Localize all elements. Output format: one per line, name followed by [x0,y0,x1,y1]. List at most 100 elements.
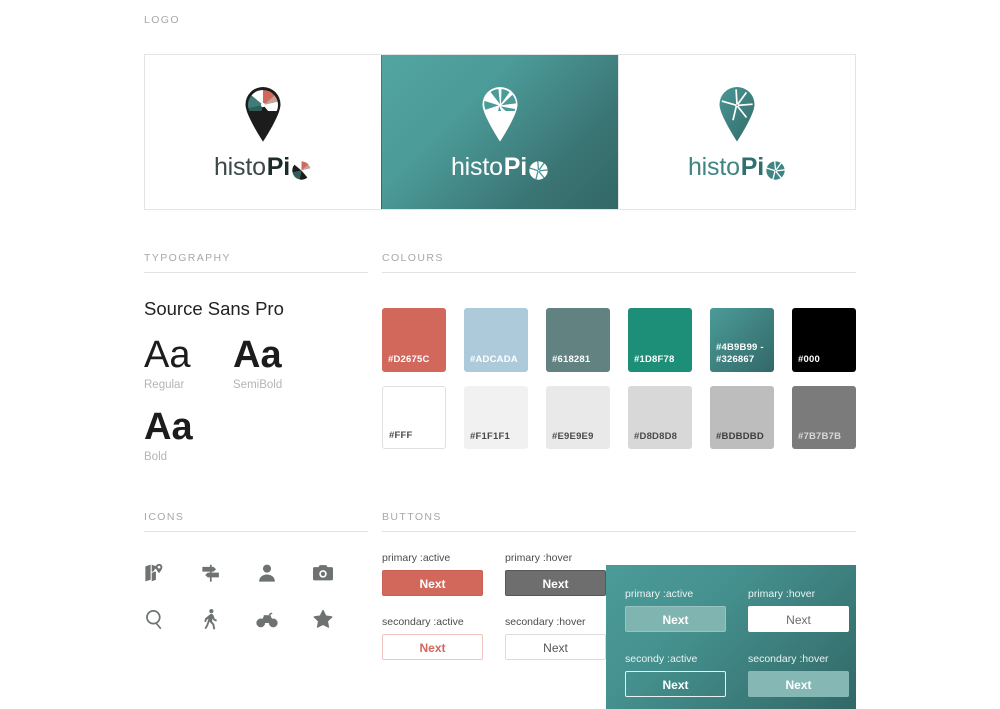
colour-swatch-label: #7B7B7B [792,431,841,449]
font-family-name: Source Sans Pro [144,298,368,320]
aperture-icon [291,160,312,181]
button-group-dark-secondary-active: secondy :active Next [625,653,726,697]
dark-primary-active-button[interactable]: Next [625,606,726,632]
logo-pin-mark-white [477,84,523,142]
star-icon[interactable] [312,608,368,630]
colour-swatch-label: #D8D8D8 [628,431,677,449]
primary-hover-button[interactable]: Next [505,570,606,596]
logo-variant-row: histo Pi [144,54,856,210]
style-guide-page: LOGO [0,0,1000,697]
logo-pin-mark-colour [240,84,286,142]
colour-swatch[interactable]: #E9E9E9 [546,386,610,449]
button-caption: secondy :active [625,653,726,665]
colour-swatch-label: #1D8F78 [628,354,674,372]
colours-section-label: COLOURS [382,252,856,264]
typography-section: TYPOGRAPHY Source Sans Pro Aa Regular Aa… [144,252,368,471]
colour-swatch[interactable]: #618281 [546,308,610,372]
colours-section-rule [382,272,856,273]
colour-swatch[interactable]: #BDBDBD [710,386,774,449]
buttons-light-grid: primary :active Next primary :hover Next… [382,552,617,660]
typography-section-label: TYPOGRAPHY [144,252,368,264]
signpost-icon[interactable] [200,562,256,584]
dark-secondary-hover-button[interactable]: Next [748,671,849,697]
secondary-hover-button[interactable]: Next [505,634,606,660]
bicycle-icon[interactable] [256,608,312,630]
camera-icon[interactable] [312,562,368,584]
colour-swatch-row-neutrals: #FFF #F1F1F1 #E9E9E9 #D8D8D8 #BDBDBD #7B… [382,386,856,449]
colour-swatch-label: #000 [792,354,820,372]
aperture-icon [765,160,786,181]
typography-section-rule [144,272,368,273]
wordmark-histo: histo [214,155,266,180]
colour-swatch-label: #ADCADA [464,354,518,372]
colour-swatch-label: #FFF [383,430,413,448]
icons-section-label: ICONS [144,511,368,523]
search-icon[interactable] [144,608,200,630]
button-caption: primary :hover [505,552,606,564]
colour-swatch[interactable]: #D2675C [382,308,446,372]
logo-section: LOGO [144,14,856,210]
button-caption: primary :hover [748,588,849,600]
buttons-section-rule [382,531,856,532]
colours-section: COLOURS #D2675C #ADCADA #618281 #1D8F78 … [382,252,856,449]
colour-swatch[interactable]: #F1F1F1 [464,386,528,449]
button-caption: primary :active [382,552,483,564]
icon-grid [144,562,368,630]
logo-variant-reversed[interactable]: histo Pi [381,55,618,209]
button-caption: secondary :hover [748,653,849,665]
colour-swatch-label: #BDBDBD [710,431,764,449]
button-group-dark-secondary-hover: secondary :hover Next [748,653,849,697]
secondary-active-button[interactable]: Next [382,634,483,660]
button-group-secondary-hover: secondary :hover Next [505,616,606,660]
colour-swatch-gradient[interactable]: #4B9B99 - #326867 [710,308,774,372]
buttons-showcase: primary :active Next primary :hover Next… [382,548,856,692]
buttons-dark-grid: primary :active Next primary :hover Next… [625,588,860,697]
colour-swatch-label: #F1F1F1 [464,431,510,449]
type-weight-grid: Aa Regular Aa SemiBold Aa Bold [144,336,368,471]
wordmark-pi: Pi [741,155,764,180]
button-caption: secondary :active [382,616,483,628]
button-group-secondary-active: secondary :active Next [382,616,483,660]
type-sample-regular: Aa Regular [144,336,190,391]
type-sample-glyphs: Aa [144,336,190,374]
type-sample-bold: Aa Bold [144,408,193,463]
wordmark-pi: Pi [267,155,290,180]
colour-swatch[interactable]: #D8D8D8 [628,386,692,449]
primary-active-button[interactable]: Next [382,570,483,596]
colour-swatch-label: #E9E9E9 [546,431,594,449]
type-sample-caption: SemiBold [233,379,282,391]
dark-primary-hover-button[interactable]: Next [748,606,849,632]
person-icon[interactable] [256,562,312,584]
logo-wordmark-colour: histo Pi [214,155,312,181]
logo-wordmark-white: histo Pi [451,155,549,181]
colour-swatch[interactable]: #1D8F78 [628,308,692,372]
colour-swatch[interactable]: #000 [792,308,856,372]
wordmark-histo: histo [688,155,740,180]
button-caption: primary :active [625,588,726,600]
type-sample-caption: Regular [144,379,190,391]
logo-variant-full-colour[interactable]: histo Pi [145,55,381,209]
dark-secondary-active-button[interactable]: Next [625,671,726,697]
type-sample-glyphs: Aa [233,336,282,374]
button-group-dark-primary-active: primary :active Next [625,588,726,632]
aperture-icon [528,160,549,181]
wordmark-pi: Pi [504,155,527,180]
logo-pin-mark-teal [714,84,760,142]
buttons-section: BUTTONS primary :active Next primary :ho… [382,511,856,692]
button-group-primary-active: primary :active Next [382,552,483,596]
button-group-dark-primary-hover: primary :hover Next [748,588,849,632]
colour-swatch[interactable]: #FFF [382,386,446,449]
icons-section: ICONS [144,511,368,630]
logo-variant-mono-teal[interactable]: histo Pi [618,55,855,209]
button-group-primary-hover: primary :hover Next [505,552,606,596]
walking-icon[interactable] [200,608,256,630]
colour-swatch[interactable]: #ADCADA [464,308,528,372]
wordmark-histo: histo [451,155,503,180]
button-caption: secondary :hover [505,616,606,628]
colour-swatch[interactable]: #7B7B7B [792,386,856,449]
colour-swatch-label: #4B9B99 - #326867 [710,342,764,372]
type-sample-semibold: Aa SemiBold [233,336,282,391]
map-icon[interactable] [144,562,200,584]
colour-swatch-label: #618281 [546,354,590,372]
buttons-section-label: BUTTONS [382,511,856,523]
